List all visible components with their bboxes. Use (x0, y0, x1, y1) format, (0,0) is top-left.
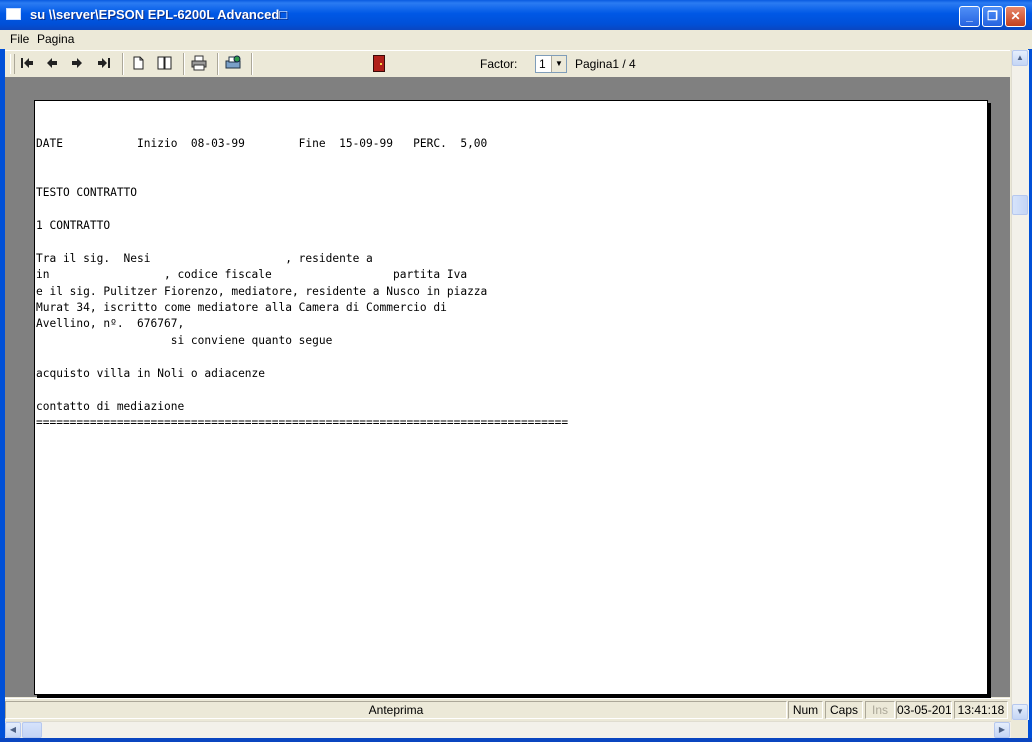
toolbar-grip[interactable] (10, 54, 15, 74)
scroll-up-icon[interactable]: ▲ (1012, 50, 1028, 66)
horizontal-scrollbar[interactable]: ◀ ▶ (5, 721, 1011, 739)
last-page-icon[interactable] (95, 55, 113, 73)
document-line: Tra il sig. Nesi , residente a (36, 251, 373, 265)
preview-page: DATE Inizio 08-03-99 Fine 15-09-99 PERC.… (34, 100, 988, 695)
status-bar: Anteprima Num Caps Ins 03-05-2016 13:41:… (5, 698, 1010, 721)
status-date: 03-05-2016 (896, 701, 952, 719)
print-icon[interactable] (190, 55, 208, 73)
document-line: in , codice fiscale partita Iva (36, 268, 468, 282)
document-line: e il sig. Pulitzer Fiorenzo, mediatore, … (36, 284, 488, 298)
document-line: acquisto villa in Noli o adiacenze (36, 366, 266, 380)
menu-pagina[interactable]: Pagina (37, 32, 74, 46)
factor-value: 1 (539, 57, 546, 71)
document-line: Avellino, nº. 676767, (36, 317, 185, 331)
toolbar: Factor: 1 ▼ Pagina1 / 4 (5, 50, 1010, 78)
status-time: 13:41:18 (954, 701, 1008, 719)
window-frame-bottom (0, 738, 1032, 742)
window-title: su \\server\EPSON EPL-6200L Advanced□ (30, 7, 288, 22)
maximize-button[interactable]: ❐ (982, 6, 1003, 27)
toolbar-separator (217, 53, 219, 75)
single-page-icon[interactable] (129, 55, 147, 73)
first-page-icon[interactable] (18, 55, 36, 73)
next-page-icon[interactable] (68, 55, 86, 73)
status-ins: Ins (865, 701, 895, 719)
exit-door-icon[interactable] (373, 55, 385, 72)
preview-area[interactable]: DATE Inizio 08-03-99 Fine 15-09-99 PERC.… (5, 77, 1010, 697)
menu-file[interactable]: File (10, 32, 29, 46)
toolbar-separator (122, 53, 124, 75)
factor-select[interactable]: 1 ▼ (535, 55, 567, 73)
two-pages-icon[interactable] (156, 55, 174, 73)
vertical-scroll-thumb[interactable] (1012, 195, 1028, 215)
page-indicator: Pagina1 / 4 (575, 57, 636, 71)
chevron-down-icon[interactable]: ▼ (551, 56, 566, 72)
document-text: DATE Inizio 08-03-99 Fine 15-09-99 PERC.… (36, 136, 568, 431)
toolbar-separator (183, 53, 185, 75)
document-line: si conviene quanto segue (36, 333, 333, 347)
document-line: 1 CONTRATTO (36, 219, 111, 233)
scroll-right-icon[interactable]: ▶ (994, 722, 1010, 738)
document-line: contatto di mediazione (36, 399, 185, 413)
menu-bar: File Pagina (0, 30, 1032, 49)
document-line: Murat 34, iscritto come mediatore alla C… (36, 301, 447, 315)
status-num: Num (788, 701, 823, 719)
minimize-button[interactable]: _ (959, 6, 980, 27)
status-caps: Caps (825, 701, 863, 719)
document-line: DATE Inizio 08-03-99 Fine 15-09-99 PERC.… (36, 137, 488, 150)
close-button[interactable]: ✕ (1005, 6, 1026, 27)
document-line: ========================================… (36, 415, 569, 429)
horizontal-scroll-thumb[interactable] (22, 722, 42, 738)
printer-setup-icon[interactable] (224, 55, 242, 73)
previous-page-icon[interactable] (43, 55, 61, 73)
print-preview-window: su \\server\EPSON EPL-6200L Advanced□ _ … (0, 0, 1032, 742)
scroll-down-icon[interactable]: ▼ (1012, 704, 1028, 720)
vertical-scrollbar[interactable]: ▲ ▼ (1011, 50, 1029, 720)
toolbar-separator (251, 53, 253, 75)
document-line: TESTO CONTRATTO (36, 186, 138, 200)
window-icon[interactable] (6, 8, 21, 20)
status-mode: Anteprima (5, 701, 787, 719)
title-bar[interactable]: su \\server\EPSON EPL-6200L Advanced□ _ … (0, 0, 1032, 30)
scroll-left-icon[interactable]: ◀ (5, 722, 21, 738)
factor-label: Factor: (480, 57, 518, 71)
